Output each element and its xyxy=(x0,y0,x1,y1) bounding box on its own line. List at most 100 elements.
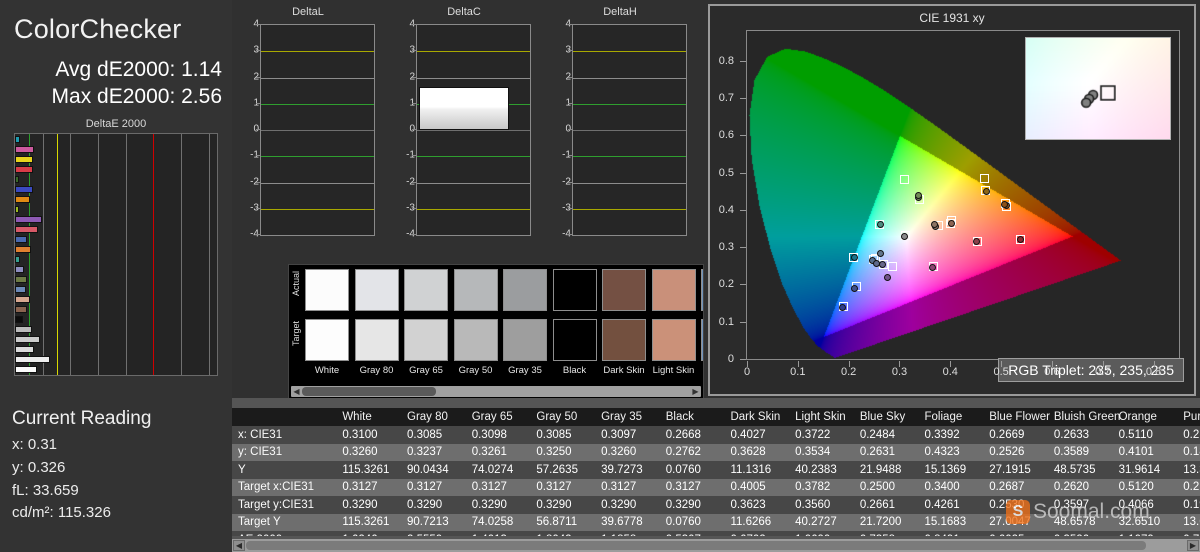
swatch-scroll-right-arrow[interactable]: ▶ xyxy=(690,386,701,397)
table-horizontal-scrollbar[interactable]: ◀ ▶ xyxy=(232,539,1200,552)
cie-y-tick: 0.8 xyxy=(718,54,734,67)
swatch-horizontal-scrollbar[interactable]: ◀ ▶ xyxy=(291,386,701,397)
cie-y-tick-mark xyxy=(740,321,746,323)
table-row[interactable]: x: CIE31 0.3100 0.3085 0.3098 0.3085 0.3097 0.… xyxy=(232,426,1200,444)
table-column-header[interactable]: Orange xyxy=(1112,408,1178,426)
table-column-header[interactable]: Black xyxy=(659,408,725,426)
cie-plot-area[interactable] xyxy=(746,30,1180,360)
table-cell: 0.3623 xyxy=(724,496,790,514)
table-row[interactable]: Y 115.3261 90.0434 74.0274 57.2635 39.7273 0.0… xyxy=(232,461,1200,479)
table-cell: 0.3290 xyxy=(465,496,531,514)
swatch-actual xyxy=(354,269,399,311)
table-row[interactable]: Target x:CIE31 0.3127 0.3127 0.3127 0.3127 0.… xyxy=(232,478,1200,496)
table-header-blank xyxy=(232,408,337,426)
table-cell: 90.7213 xyxy=(401,513,466,531)
table-cell: 0.8491 xyxy=(918,531,984,536)
table-column-header[interactable]: Gray 80 xyxy=(401,408,466,426)
table-cell: 0.6025 xyxy=(983,531,1048,536)
delta-gridline xyxy=(573,51,686,53)
cie-x-tick-mark xyxy=(950,361,952,367)
cie-y-tick: 0.5 xyxy=(718,166,734,179)
table-cell: 13.6441 xyxy=(1177,513,1200,531)
table-cell: 0.2633 xyxy=(1047,426,1113,444)
table-column-header[interactable]: Blue Sky xyxy=(853,408,919,426)
deltae-bar xyxy=(15,336,40,344)
table-row[interactable]: Target Y 115.3261 90.7213 74.0258 56.8711 39.… xyxy=(232,513,1200,531)
table-cell: 0.2668 xyxy=(659,426,725,444)
table-cell: 0.3392 xyxy=(918,426,984,444)
table-cell: 0.3100 xyxy=(336,426,402,444)
deltae-bar-chart: DeltaE 2000 02468101214 xyxy=(0,115,232,511)
table-scrollbar-thumb[interactable] xyxy=(246,541,1146,550)
cie-x-tick-mark xyxy=(1051,361,1053,367)
swatch-actual xyxy=(503,269,547,311)
cie-target-point xyxy=(887,261,897,271)
table-row[interactable]: Target y:CIE31 0.3290 0.3290 0.3290 0.3290 0.… xyxy=(232,496,1200,514)
swatch-target xyxy=(404,319,448,361)
table-cell: 0.3127 xyxy=(530,478,596,496)
table-row[interactable]: y: CIE31 0.3260 0.3237 0.3261 0.3250 0.3260 0.… xyxy=(232,443,1200,461)
table-scroll-left-arrow[interactable]: ◀ xyxy=(233,540,245,551)
cie-target-point xyxy=(899,175,909,185)
table-cell: 0.5110 xyxy=(1112,426,1178,444)
swatch-scroll-left-arrow[interactable]: ◀ xyxy=(291,386,302,397)
table-cell: 0.3097 xyxy=(595,426,660,444)
max-de2000-value: Max dE2000: 2.56 xyxy=(51,85,222,108)
table-column-header[interactable]: Blue Flower xyxy=(983,408,1050,426)
table-cell: 0.2125 xyxy=(1177,426,1200,444)
deltae-bar xyxy=(15,296,31,304)
table-column-header[interactable]: White xyxy=(336,408,402,426)
delta-tick-mark xyxy=(568,24,573,25)
table-column-header[interactable]: Light Skin xyxy=(789,408,854,426)
table-cell: 0.3400 xyxy=(918,478,984,496)
swatch-actual xyxy=(453,269,498,311)
deltae-plot-area xyxy=(14,133,218,376)
table-column-header[interactable]: Gray 35 xyxy=(595,408,660,426)
swatch-row-label: Actual xyxy=(291,271,301,297)
table-column-header[interactable]: Gray 65 xyxy=(465,408,531,426)
deltae-gridline xyxy=(125,134,127,375)
delta-tick-mark xyxy=(256,207,261,209)
cie-y-tick: 0.4 xyxy=(718,203,734,216)
table-column-header[interactable]: Dark Skin xyxy=(724,408,790,426)
swatch-name-label: Light Skin xyxy=(652,365,695,376)
cie-actual-point xyxy=(1000,201,1008,209)
table-row[interactable]: ΔE 20001.62462.55501.40131.80421.18580.5… xyxy=(232,531,1200,536)
table-cell: 0.3597 xyxy=(1047,496,1113,514)
cie-y-tick: 0.1 xyxy=(718,315,734,328)
swatch-target xyxy=(602,319,646,361)
swatch-name-label: B xyxy=(697,365,703,376)
table-column-header[interactable]: Bluish Green xyxy=(1047,408,1120,426)
swatch-scrollbar-thumb[interactable] xyxy=(302,387,436,396)
delta-gridline xyxy=(417,208,530,210)
delta-plot-area xyxy=(416,24,531,236)
current-reading-heading: Current Reading xyxy=(12,408,152,429)
deltae-bar xyxy=(15,205,20,213)
delta-gridline xyxy=(573,103,686,105)
table-cell: 0.3085 xyxy=(530,426,596,444)
table-row-header: Y xyxy=(232,461,337,479)
cie-actual-point xyxy=(838,303,846,311)
cie-actual-point xyxy=(929,263,936,271)
table-cell: 90.0434 xyxy=(401,461,466,479)
table-scroll-right-arrow[interactable]: ▶ xyxy=(1187,540,1199,551)
delta-tick-mark xyxy=(568,155,573,157)
table-cell: 15.1369 xyxy=(918,461,984,479)
table-cell: 0.4101 xyxy=(1112,443,1178,461)
cie-x-tick: 0.7 xyxy=(1095,366,1111,378)
deltae-bar xyxy=(15,175,19,183)
delta-gridline xyxy=(417,182,530,184)
table-cell: 0.3127 xyxy=(401,478,466,496)
table-row-header: x: CIE31 xyxy=(232,426,337,444)
cie-chart-title: CIE 1931 xy xyxy=(919,11,985,25)
table-cell: 0.3782 xyxy=(789,478,854,496)
delta-tick-mark xyxy=(412,155,417,157)
delta-tick-mark xyxy=(412,24,417,25)
table-cell: 1.6246 xyxy=(336,531,402,536)
table-column-header[interactable]: Gray 50 xyxy=(530,408,596,426)
table-column-header[interactable]: Foliage xyxy=(918,408,984,426)
table-cell: 39.7273 xyxy=(595,461,660,479)
cie-x-tick-mark xyxy=(848,361,850,367)
table-column-header[interactable]: Purplish Blu xyxy=(1177,408,1200,426)
cie-y-tick: 0.2 xyxy=(718,278,734,291)
